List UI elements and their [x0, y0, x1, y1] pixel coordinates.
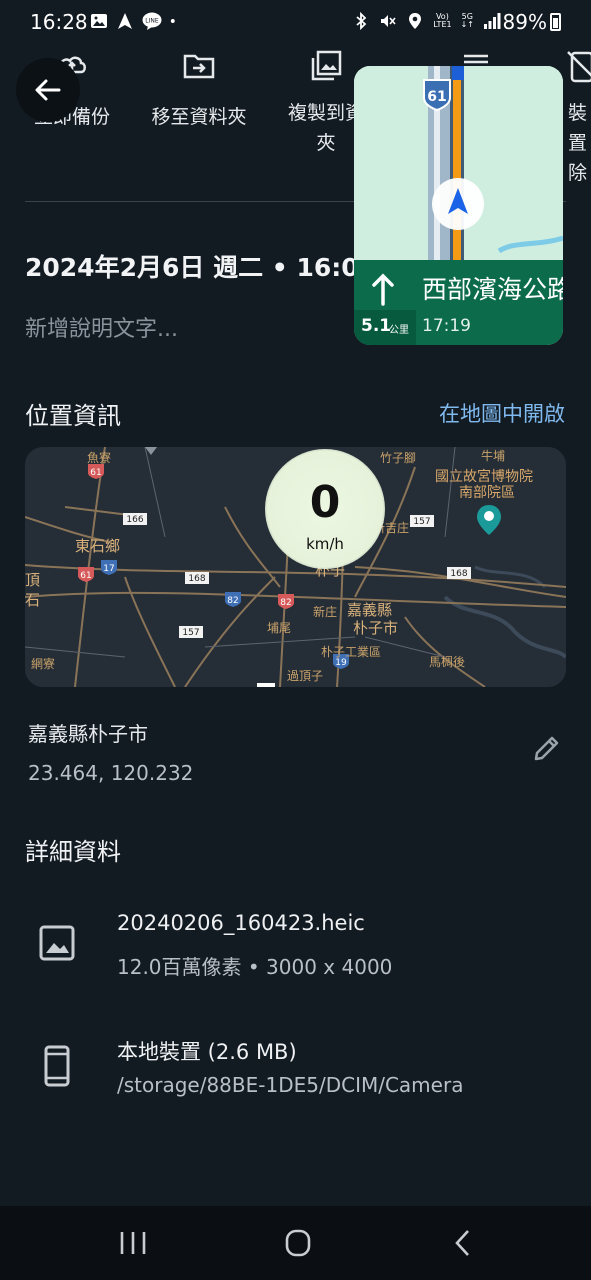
place-name: 嘉義縣朴子市	[28, 722, 148, 746]
nav-distance: 5.1	[361, 316, 392, 336]
route-61-shield: 61	[423, 79, 451, 112]
location-section-title: 位置資訊	[25, 402, 121, 430]
road-shield-168-left: 168	[185, 572, 209, 584]
battery-percent: 89%	[502, 10, 547, 34]
storage-label: 本地裝置 (2.6 MB)	[117, 1040, 297, 1064]
straight-arrow-icon	[372, 273, 394, 306]
speed-value: 0	[309, 477, 341, 528]
road-shield-82-a: 82	[225, 592, 241, 607]
svg-text:157: 157	[182, 628, 199, 638]
svg-text:61: 61	[80, 571, 91, 581]
gallery-notification-icon	[91, 14, 107, 28]
svg-text:168: 168	[450, 569, 467, 579]
bluetooth-icon	[356, 12, 367, 30]
caption-input[interactable]: 新增說明文字...	[25, 311, 178, 343]
move-to-folder-icon	[183, 54, 215, 79]
notification-icons: LINE	[90, 12, 180, 30]
nav-distance-box: 5.1 公里	[354, 310, 416, 345]
svg-text:17: 17	[103, 564, 114, 574]
delete-from-device-icon	[567, 51, 591, 83]
speed-unit: km/h	[306, 535, 344, 553]
file-name: 20240206_160423.heic	[117, 911, 365, 935]
road-shield-61-top: 61	[88, 464, 104, 479]
location-icon	[409, 13, 422, 29]
file-resolution: 12.0百萬像素 • 3000 x 4000	[117, 955, 393, 979]
photo-date-time: 2024年2月6日 週二 • 16:04	[25, 253, 377, 282]
speed-indicator: 0 km/h	[265, 449, 385, 569]
route-shield-number: 61	[427, 89, 446, 105]
svg-text:166: 166	[126, 515, 143, 525]
svg-text:157: 157	[413, 517, 430, 527]
status-time: 16:28	[30, 10, 88, 34]
5g-badge: 5G ↓↑	[460, 12, 474, 29]
line-app-icon: LINE	[142, 12, 162, 30]
more-notifications-dot-icon	[170, 19, 175, 23]
coordinates: 23.464, 120.232	[28, 761, 194, 785]
phone-storage-icon	[44, 1045, 70, 1087]
road-shield-61-mid: 61	[78, 567, 94, 582]
back-nav-icon[interactable]	[444, 1226, 484, 1260]
map-label-xinzhuang: 新庄	[313, 605, 338, 619]
location-map[interactable]: 61 166 61 17 168 82 82 157 157 168 19 魚寮…	[25, 447, 566, 687]
map-label-niuliao-top: 魚寮	[87, 451, 112, 465]
svg-text:82: 82	[227, 596, 238, 606]
map-label-left-edge-1: 頂	[25, 571, 41, 589]
nav-street-name: 西部濱海公路	[422, 275, 563, 304]
map-label-puzi-city: 朴子市	[353, 619, 399, 637]
svg-text:168: 168	[188, 574, 205, 584]
move-to-folder-action[interactable]: 移至資料夾	[143, 48, 255, 132]
navigation-notification-icon	[118, 13, 132, 29]
road-shield-82-b: 82	[278, 594, 294, 609]
arrow-back-icon	[35, 79, 61, 101]
image-file-icon	[39, 925, 75, 961]
battery-icon	[550, 13, 561, 31]
volte-badge: Vo) LTE1	[433, 12, 452, 29]
details-section-title: 詳細資料	[25, 838, 121, 866]
nav-instruction-banner: 西部濱海公路 5.1 公里 17:19	[354, 260, 563, 345]
svg-text:LINE: LINE	[145, 18, 159, 25]
road-shield-157-left: 157	[179, 626, 203, 638]
system-navigation-bar	[0, 1206, 591, 1280]
edit-location-icon[interactable]	[531, 732, 563, 764]
nav-distance-unit: 公里	[389, 325, 409, 336]
map-label-zhuzikou: 竹子腳	[380, 451, 417, 465]
road-shield-157-right: 157	[410, 515, 434, 527]
back-button[interactable]	[16, 58, 80, 122]
status-bar: 16:28 LINE Vo) LTE1 5G ↓↑ 89%	[0, 0, 591, 46]
map-label-museum-line2: 南部院區	[459, 485, 515, 501]
map-label-left-edge-2: 石	[25, 591, 41, 609]
svg-text:61: 61	[90, 468, 101, 478]
nav-bottom-row: 5.1 公里 17:19	[354, 310, 563, 345]
storage-path: /storage/88BE-1DE5/DCIM/Camera	[117, 1073, 464, 1097]
home-icon[interactable]	[278, 1226, 318, 1260]
copy-to-folder-icon	[311, 50, 342, 81]
map-label-puwei: 埔尾	[267, 621, 292, 635]
map-label-mazhuo: 馬椆後	[429, 655, 466, 669]
map-label-museum-line1: 國立故宮博物院	[435, 469, 533, 485]
navigation-pip-card[interactable]: 61 西部濱海公路 5.1 公里 17:19	[354, 66, 563, 345]
road-shield-168-right: 168	[447, 567, 471, 579]
map-label-puzi-industrial: 朴子工業區	[321, 645, 382, 659]
map-label-niuchou: 牛埔	[481, 449, 506, 463]
road-shield-166: 166	[123, 513, 147, 525]
system-status-icons: Vo) LTE1 5G ↓↑	[352, 12, 501, 30]
road-shield-17: 17	[101, 560, 117, 575]
navigation-map: 61	[354, 66, 563, 260]
move-to-folder-label: 移至資料夾	[151, 106, 247, 128]
open-in-map-link[interactable]: 在地圖中開啟	[439, 398, 565, 428]
map-label-niuliao: 網寮	[31, 657, 56, 671]
nav-eta: 17:19	[422, 316, 471, 336]
map-label-shiliao: 過頂子	[287, 669, 324, 683]
mute-icon	[381, 15, 396, 27]
signal-icon	[484, 13, 501, 29]
svg-text:82: 82	[280, 598, 291, 608]
recent-apps-icon[interactable]	[113, 1226, 153, 1260]
map-label-dongshi: 東石鄉	[75, 537, 121, 555]
